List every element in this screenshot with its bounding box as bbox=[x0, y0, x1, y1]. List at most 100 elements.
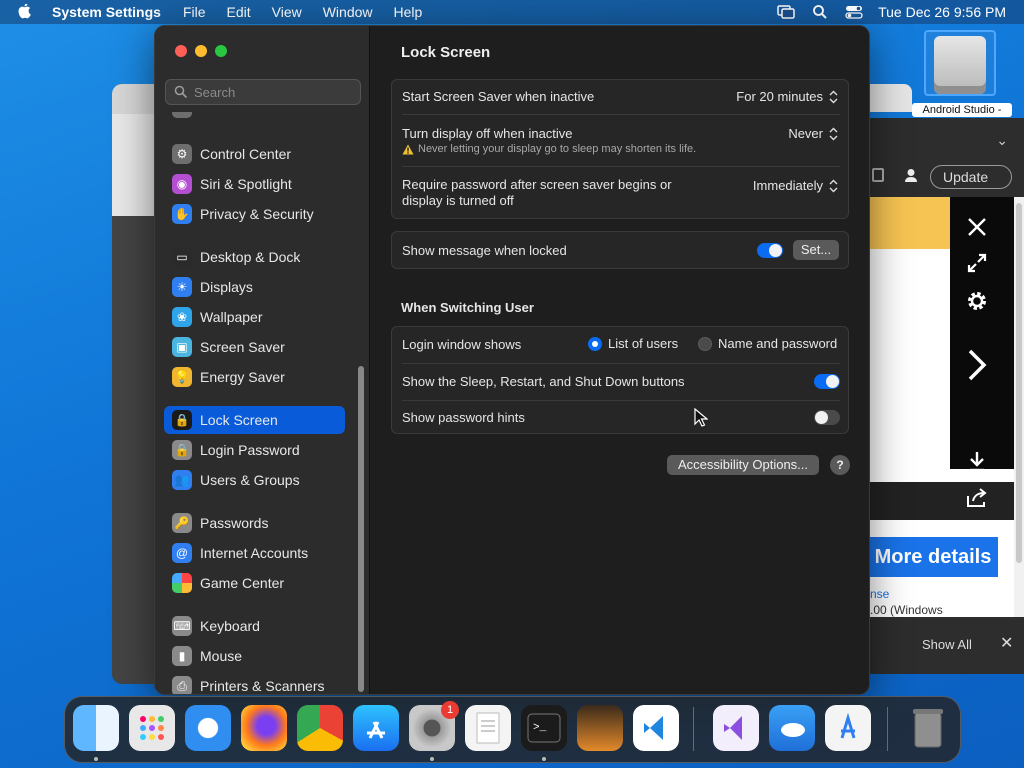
update-button[interactable]: Update bbox=[930, 165, 1012, 189]
sidebar-item-label: Login Password bbox=[200, 442, 300, 458]
sidebar-item-printers-and-scanners[interactable]: ⎙ Printers & Scanners bbox=[164, 672, 345, 694]
launchpad-icon[interactable] bbox=[129, 705, 175, 751]
gear-icon[interactable] bbox=[960, 286, 994, 316]
display-off-popup[interactable]: Never bbox=[788, 126, 838, 141]
sidebar-item-passwords[interactable]: 🔑 Passwords bbox=[164, 509, 345, 537]
page-title: Lock Screen bbox=[401, 44, 491, 61]
close-overlay-icon[interactable] bbox=[960, 212, 994, 242]
lock-icon: 🔒 bbox=[172, 440, 192, 460]
screen-mirroring-icon[interactable] bbox=[776, 4, 796, 20]
minimize-window-button[interactable] bbox=[195, 45, 207, 57]
search-field[interactable] bbox=[165, 79, 361, 105]
weather-icon[interactable] bbox=[769, 705, 815, 751]
display-off-warning: Never letting your display go to sleep m… bbox=[402, 143, 696, 155]
chevron-down-icon[interactable]: ⌄ bbox=[996, 132, 1008, 149]
menu-window[interactable]: Window bbox=[323, 4, 373, 20]
help-button[interactable]: ? bbox=[830, 455, 850, 475]
sidebar-toggle-icon[interactable] bbox=[872, 168, 884, 182]
license-link[interactable]: nse bbox=[870, 587, 889, 601]
control-center-menu-icon[interactable] bbox=[844, 4, 864, 20]
garageband-icon[interactable] bbox=[577, 705, 623, 751]
sidebar-item-label: Internet Accounts bbox=[200, 545, 309, 561]
finder-icon[interactable] bbox=[73, 705, 119, 751]
dock-separator bbox=[693, 707, 694, 751]
menu-bar: System Settings File Edit View Window He… bbox=[0, 0, 1024, 24]
sidebar-item-screen-saver[interactable]: ▣ Screen Saver bbox=[164, 333, 345, 361]
sidebar-list[interactable]: ⚙ Control Center ◉ Siri & Spotlight ✋ Privacy… bbox=[155, 112, 370, 694]
search-input[interactable] bbox=[194, 84, 354, 100]
share-icon[interactable] bbox=[960, 483, 994, 513]
sidebar-item-internet-accounts[interactable]: @ Internet Accounts bbox=[164, 539, 345, 567]
sidebar-item-wallpaper[interactable]: ❀ Wallpaper bbox=[164, 303, 345, 331]
menu-clock[interactable]: Tue Dec 26 9:56 PM bbox=[878, 4, 1006, 20]
sidebar-item-label: Keyboard bbox=[200, 618, 260, 634]
sidebar-item-game-center[interactable]: Game Center bbox=[164, 569, 345, 597]
system-settings-window[interactable]: ⚙ Control Center ◉ Siri & Spotlight ✋ Privacy… bbox=[154, 25, 870, 695]
sidebar-item-control-center[interactable]: ⚙ Control Center bbox=[164, 140, 345, 168]
sidebar-item-keyboard[interactable]: ⌨ Keyboard bbox=[164, 612, 345, 640]
lock-screen-pane: Lock Screen Start Screen Saver when inac… bbox=[371, 26, 869, 694]
password-hints-label: Show password hints bbox=[402, 410, 525, 425]
menu-file[interactable]: File bbox=[183, 4, 206, 20]
set-message-button[interactable]: Set... bbox=[793, 240, 839, 260]
sidebar-item-login-password[interactable]: 🔒 Login Password bbox=[164, 436, 345, 464]
screen-saver-group: Start Screen Saver when inactive For 20 … bbox=[391, 79, 849, 219]
more-details-button[interactable]: More details bbox=[868, 537, 998, 577]
show-message-toggle[interactable] bbox=[757, 243, 783, 258]
flower-icon: ❀ bbox=[172, 307, 192, 327]
sidebar-item-users-and-groups[interactable]: 👥 Users & Groups bbox=[164, 466, 345, 494]
screen-saver-popup[interactable]: For 20 minutes bbox=[736, 89, 838, 104]
sidebar-item-displays[interactable]: ☀ Displays bbox=[164, 273, 345, 301]
vscode-icon[interactable] bbox=[633, 705, 679, 751]
menu-app-name[interactable]: System Settings bbox=[52, 4, 161, 20]
profile-icon[interactable] bbox=[904, 168, 918, 182]
expand-icon[interactable] bbox=[960, 248, 994, 278]
zoom-window-button[interactable] bbox=[215, 45, 227, 57]
xcode-instruments-icon[interactable] bbox=[825, 705, 871, 751]
app-store-icon[interactable] bbox=[353, 705, 399, 751]
close-window-button[interactable] bbox=[175, 45, 187, 57]
radio-name-and-password[interactable]: Name and password bbox=[698, 336, 837, 351]
mouse-icon: ▮ bbox=[172, 646, 192, 666]
next-arrow-icon[interactable] bbox=[960, 348, 994, 382]
textedit-icon[interactable] bbox=[465, 705, 511, 751]
apple-menu-icon[interactable] bbox=[18, 4, 36, 20]
running-indicator bbox=[542, 757, 546, 761]
require-password-popup[interactable]: Immediately bbox=[753, 178, 838, 193]
safari-icon[interactable] bbox=[185, 705, 231, 751]
sidebar-item-desktop-and-dock[interactable]: ▭ Desktop & Dock bbox=[164, 243, 345, 271]
radio-list-of-users[interactable]: List of users bbox=[588, 336, 678, 351]
accessibility-options-button[interactable]: Accessibility Options... bbox=[667, 455, 819, 475]
scroll-thumb[interactable] bbox=[1016, 203, 1022, 563]
sidebar-item-mouse[interactable]: ▮ Mouse bbox=[164, 642, 345, 670]
sidebar-item-privacy-and-security[interactable]: ✋ Privacy & Security bbox=[164, 200, 345, 228]
show-all-link[interactable]: Show All bbox=[922, 637, 972, 652]
firefox-icon[interactable] bbox=[241, 705, 287, 751]
chrome-icon[interactable] bbox=[297, 705, 343, 751]
visual-studio-icon[interactable] bbox=[713, 705, 759, 751]
users-icon: 👥 bbox=[172, 470, 192, 490]
sidebar-scrollbar[interactable] bbox=[358, 366, 364, 692]
sidebar-item-partial[interactable] bbox=[164, 112, 345, 122]
sidebar-item-label: Users & Groups bbox=[200, 472, 300, 488]
require-password-row: Require password after screen saver begi… bbox=[392, 167, 850, 219]
password-hints-toggle[interactable] bbox=[814, 410, 840, 425]
sidebar-item-siri-and-spotlight[interactable]: ◉ Siri & Spotlight bbox=[164, 170, 345, 198]
terminal-icon[interactable]: >_ bbox=[521, 705, 567, 751]
spotlight-search-icon[interactable] bbox=[810, 4, 830, 20]
trash-icon[interactable] bbox=[905, 705, 951, 751]
menu-help[interactable]: Help bbox=[394, 4, 423, 20]
show-message-label: Show message when locked bbox=[402, 243, 567, 258]
key-icon: 🔑 bbox=[172, 513, 192, 533]
download-icon[interactable] bbox=[960, 446, 994, 476]
settings-sidebar: ⚙ Control Center ◉ Siri & Spotlight ✋ Privacy… bbox=[155, 26, 370, 694]
menu-edit[interactable]: Edit bbox=[227, 4, 251, 20]
menu-view[interactable]: View bbox=[272, 4, 302, 20]
sidebar-item-label: Energy Saver bbox=[200, 369, 285, 385]
browser-scrollbar[interactable] bbox=[1014, 197, 1024, 617]
sidebar-item-lock-screen[interactable]: 🔒 Lock Screen bbox=[164, 406, 345, 434]
browser-window[interactable]: ⌄ Update More details nse .00 (Windows S… bbox=[868, 84, 1024, 674]
sidebar-item-energy-saver[interactable]: 💡 Energy Saver bbox=[164, 363, 345, 391]
close-icon[interactable]: ✕ bbox=[1000, 633, 1013, 653]
sleep-buttons-toggle[interactable] bbox=[814, 374, 840, 389]
